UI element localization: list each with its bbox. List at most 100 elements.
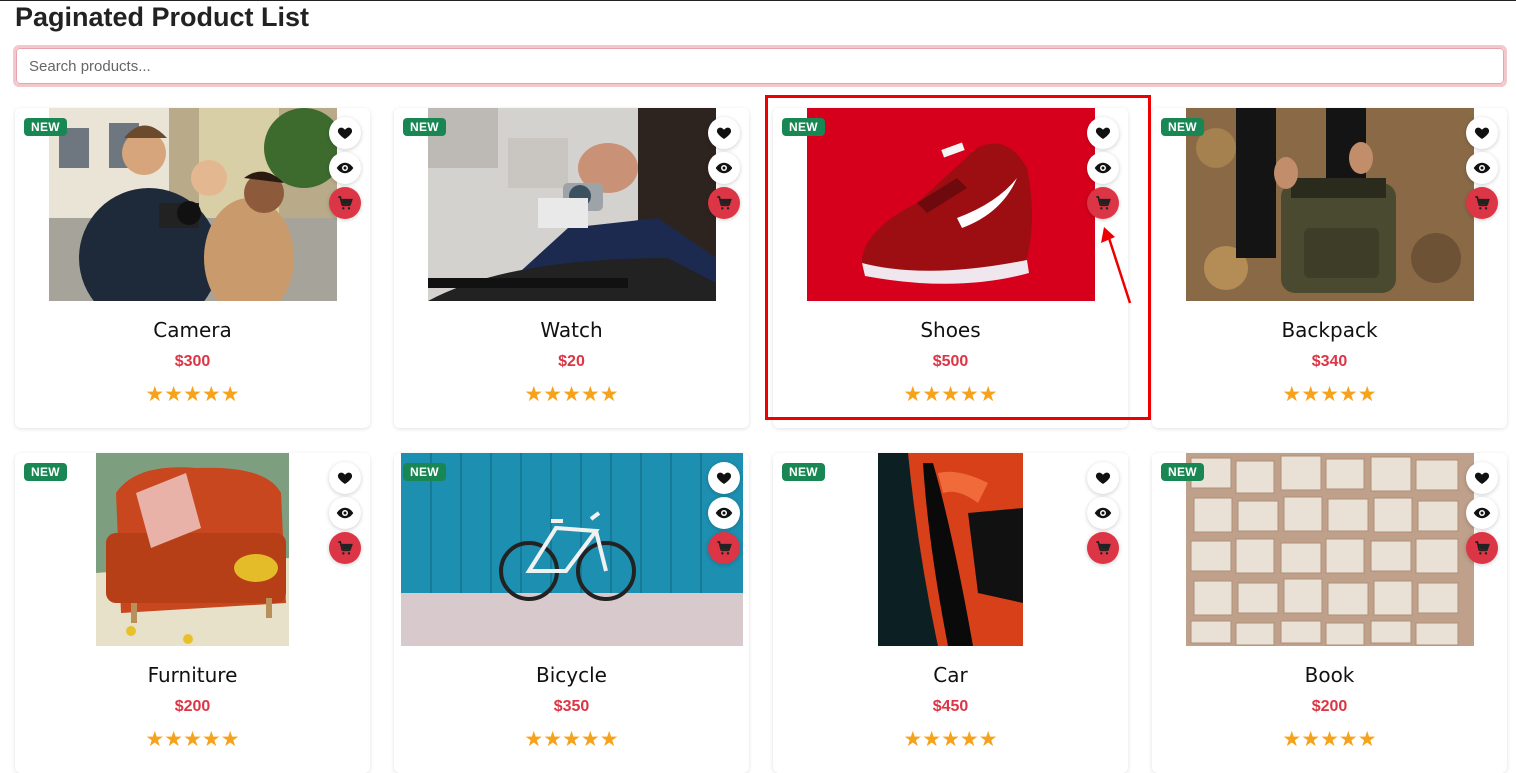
product-name: Bicycle: [536, 663, 607, 687]
product-image-car[interactable]: [773, 453, 1128, 646]
cart-icon: [717, 541, 732, 555]
wishlist-button[interactable]: [1087, 117, 1119, 149]
quick-view-button[interactable]: [329, 497, 361, 529]
star-icon: ★: [201, 728, 221, 751]
new-badge: NEW: [403, 118, 446, 136]
wishlist-button[interactable]: [708, 117, 740, 149]
star-icon: ★: [1301, 383, 1321, 406]
watch-photo: [427, 108, 716, 301]
star-icon: ★: [220, 728, 240, 751]
card-actions: [708, 117, 740, 219]
camera-photo: [48, 108, 337, 301]
wishlist-button[interactable]: [1466, 117, 1498, 149]
product-image-bicycle[interactable]: [394, 453, 749, 646]
product-card-watch[interactable]: NEW Watch $20 ★★★★★: [394, 108, 749, 428]
star-icon: ★: [543, 383, 563, 406]
product-card-backpack[interactable]: NEW Backpack $340 ★★★★★: [1152, 108, 1507, 428]
product-image-backpack[interactable]: [1152, 108, 1507, 301]
star-icon: ★: [941, 383, 960, 406]
quick-view-button[interactable]: [708, 497, 740, 529]
add-to-cart-button[interactable]: [1087, 187, 1119, 219]
cart-icon: [1475, 541, 1490, 555]
card-actions: [1466, 117, 1498, 219]
product-card-camera[interactable]: NEW Camera $300 ★★★★★: [15, 108, 370, 428]
product-card-furniture[interactable]: NEW Furniture $200 ★★★★★: [15, 453, 370, 773]
product-card-shoes[interactable]: NEW Shoes $500 ★★★★★: [773, 108, 1128, 428]
product-image-book[interactable]: [1152, 453, 1507, 646]
product-name: Book: [1304, 663, 1355, 687]
cart-icon: [1475, 196, 1490, 210]
car-photo: [878, 453, 1023, 646]
wishlist-button[interactable]: [329, 462, 361, 494]
star-icon: ★: [922, 383, 942, 406]
card-actions: [708, 462, 740, 564]
page-title: Paginated Product List: [15, 2, 310, 32]
product-price: $500: [932, 353, 969, 370]
heart-icon: [716, 472, 732, 484]
star-icon: ★: [1282, 728, 1302, 751]
star-icon: ★: [183, 383, 202, 406]
star-icon: ★: [201, 383, 221, 406]
wishlist-button[interactable]: [1087, 462, 1119, 494]
new-badge: NEW: [782, 463, 825, 481]
eye-icon: [1094, 507, 1112, 519]
add-to-cart-button[interactable]: [329, 532, 361, 564]
quick-view-button[interactable]: [1087, 152, 1119, 184]
add-to-cart-button[interactable]: [1466, 187, 1498, 219]
furniture-photo: [96, 453, 289, 646]
product-image-shoes[interactable]: [773, 108, 1128, 301]
book-photo: [1185, 453, 1474, 646]
card-actions: [1087, 117, 1119, 219]
add-to-cart-button[interactable]: [708, 187, 740, 219]
wishlist-button[interactable]: [1466, 462, 1498, 494]
eye-icon: [1473, 507, 1491, 519]
product-name: Backpack: [1281, 318, 1378, 342]
rating-stars: ★★★★★: [15, 727, 370, 752]
eye-icon: [715, 162, 733, 174]
star-icon: ★: [599, 383, 619, 406]
add-to-cart-button[interactable]: [329, 187, 361, 219]
star-icon: ★: [959, 728, 979, 751]
wishlist-button[interactable]: [329, 117, 361, 149]
product-image-furniture[interactable]: [15, 453, 370, 646]
star-icon: ★: [978, 728, 998, 751]
cart-icon: [717, 196, 732, 210]
star-icon: ★: [164, 383, 184, 406]
star-icon: ★: [903, 383, 923, 406]
star-icon: ★: [941, 728, 960, 751]
product-card-car[interactable]: NEW Car $450 ★★★★★: [773, 453, 1128, 773]
star-icon: ★: [599, 728, 619, 751]
rating-stars: ★★★★★: [773, 382, 1128, 407]
quick-view-button[interactable]: [1087, 497, 1119, 529]
quick-view-button[interactable]: [1466, 152, 1498, 184]
rating-stars: ★★★★★: [773, 727, 1128, 752]
heart-icon: [1095, 127, 1111, 139]
star-icon: ★: [1357, 383, 1377, 406]
search-input[interactable]: [16, 48, 1504, 84]
star-icon: ★: [145, 383, 165, 406]
heart-icon: [716, 127, 732, 139]
product-image-watch[interactable]: [394, 108, 749, 301]
add-to-cart-button[interactable]: [708, 532, 740, 564]
new-badge: NEW: [403, 463, 446, 481]
product-image-camera[interactable]: [15, 108, 370, 301]
heart-icon: [1474, 472, 1490, 484]
product-name: Car: [933, 663, 968, 687]
add-to-cart-button[interactable]: [1466, 532, 1498, 564]
quick-view-button[interactable]: [1466, 497, 1498, 529]
rating-stars: ★★★★★: [1152, 382, 1507, 407]
heart-icon: [1095, 472, 1111, 484]
star-icon: ★: [145, 728, 165, 751]
wishlist-button[interactable]: [708, 462, 740, 494]
product-price: $200: [174, 698, 211, 715]
add-to-cart-button[interactable]: [1087, 532, 1119, 564]
product-price: $340: [1311, 353, 1348, 370]
new-badge: NEW: [24, 463, 67, 481]
star-icon: ★: [524, 728, 544, 751]
quick-view-button[interactable]: [708, 152, 740, 184]
card-actions: [1466, 462, 1498, 564]
eye-icon: [336, 507, 354, 519]
product-card-bicycle[interactable]: NEW Bicycle $350 ★★★★★: [394, 453, 749, 773]
quick-view-button[interactable]: [329, 152, 361, 184]
product-card-book[interactable]: NEW Book $200 ★★★★★: [1152, 453, 1507, 773]
